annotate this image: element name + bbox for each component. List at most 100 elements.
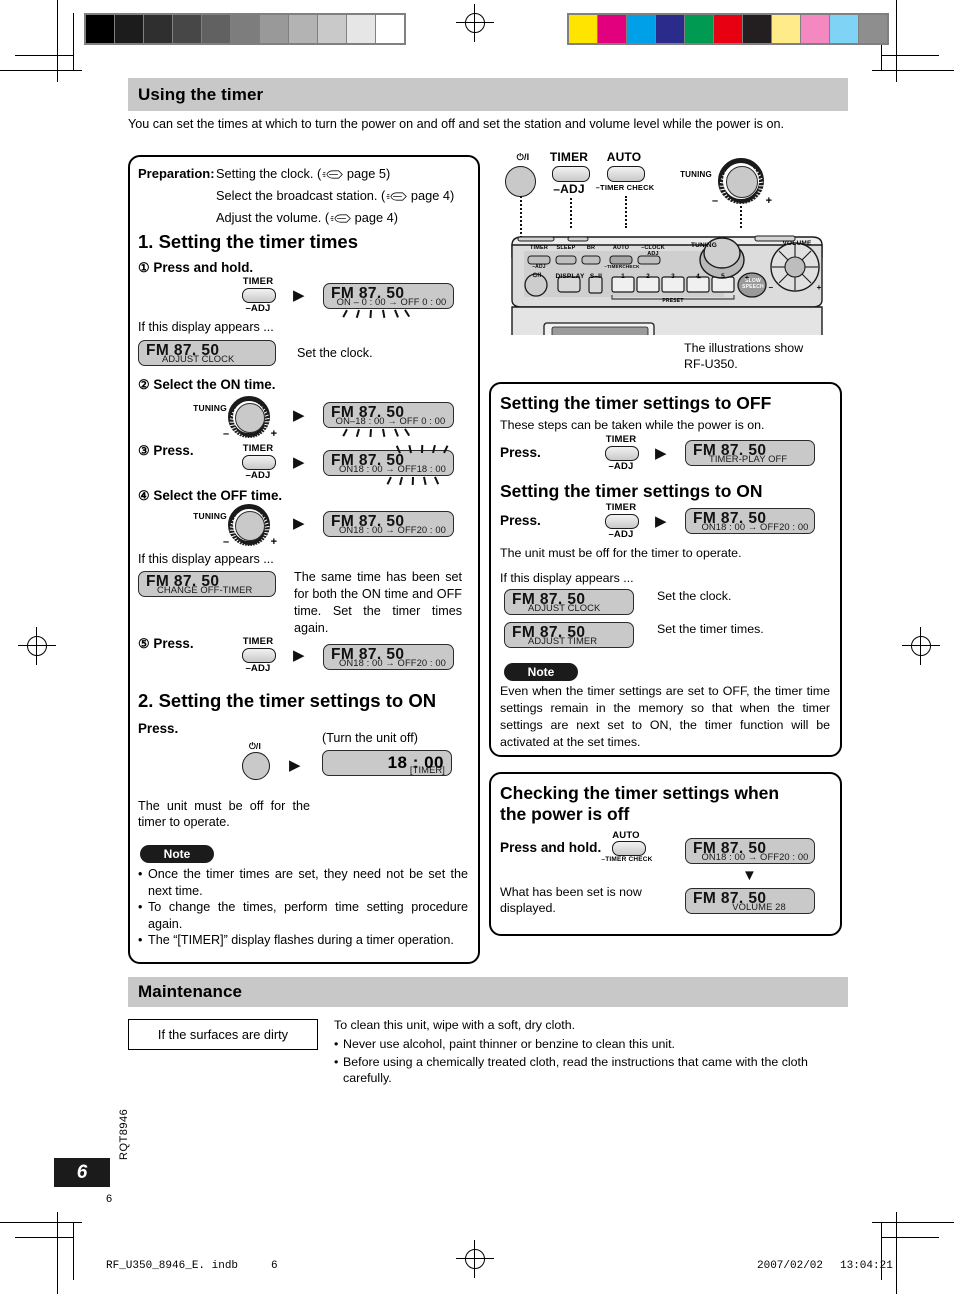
knob-ridge [229,529,235,531]
panel-label-sii: S–II [589,273,603,280]
lcd-subtext: ADJUST CLOCK [162,353,235,364]
timer-note-text: Even when the timer settings are set to … [500,684,830,749]
gray-swatch [376,15,404,43]
registration-mark-bottom [456,1240,494,1278]
tuning-knob[interactable]: – + [223,504,277,550]
maintenance-body-lead: To clean this unit, wipe with a soft, dr… [334,1018,576,1032]
lcd-subtext: ON18 : 00 → OFF20 : 00 [339,524,446,535]
knob-ridge [743,202,747,208]
timer-on-heading: Setting the timer settings to ON [500,481,763,501]
timer-off-sub: These steps can be taken while the power… [500,418,765,432]
tuning-knob[interactable]: – + [223,396,277,442]
panel-tuning-plus: + [744,275,750,282]
panel-label-clockadj: –CLOCK ADJ [641,245,665,257]
checking-result: What has been set is now displayed. [500,884,642,916]
bullet-dot-icon: • [138,900,143,914]
timer-button[interactable] [242,455,276,470]
panel-label-auto: AUTO [612,245,630,251]
section-header-using-timer: Using the timer [128,78,848,111]
registration-mark-left [18,627,56,665]
color-swatch [627,15,655,43]
step1-same-time-message: The same time has been set for both the … [294,570,462,635]
tuning-minus-label: – [223,536,230,548]
using-timer-intro: You can set the times at which to turn t… [128,117,784,131]
panel-label-preset-5: 5 [721,273,725,280]
gray-swatch [260,15,288,43]
color-swatch [569,15,597,43]
power-callout-button [505,166,536,197]
tuning-callout-plus: + [765,195,772,207]
timer-button-top-label: TIMER [242,276,274,287]
color-swatch [714,15,742,43]
flow-arrow-icon: ▶ [293,407,305,424]
auto-timer-check-button[interactable] [612,841,646,856]
maintenance-bullet-2-text: Before using a chemically treated cloth,… [343,1055,808,1085]
timer-button[interactable] [242,288,276,303]
color-swatch [656,15,684,43]
maintenance-bullet-1-text: Never use alcohol, paint thinner or benz… [343,1037,675,1051]
lcd-subtext: ON–18 : 00 → OFF 0 : 00 [335,415,446,426]
flow-arrow-icon: ▶ [655,513,667,530]
bullet-dot-icon: • [334,1055,339,1069]
document-code: RQT8946 [118,1108,130,1160]
tuning-callout-minus: – [712,195,719,207]
panel-tuning-minus: – [696,275,702,282]
checking-result-line2: displayed. [500,901,556,915]
power-callout-label: ⏻/I [516,152,530,162]
preparation-line-3: Adjust the volume. ( page 4) [216,210,398,225]
panel-label-preset-3: 3 [671,273,675,280]
gray-swatch [289,15,317,43]
panel-label-tuning: TUNING [690,242,718,249]
timer-adjust-timer-action: Set the timer times. [657,622,764,636]
lcd-subtext: VOLUME 28 [732,901,786,912]
timer-button[interactable] [242,648,276,663]
flow-arrow-icon: ▶ [293,454,305,471]
maintenance-bullet-1: • Never use alcohol, paint thinner or be… [334,1036,844,1052]
knob-ridge [757,177,763,181]
lcd-display-step1-3: FM 87. 50 ON18 : 00 → OFF18 : 00 [323,450,454,476]
knob-ridge [719,181,726,184]
section-title: Using the timer [138,84,264,104]
step2-note-bullet-3-text: The “[TIMER]” display flashes during a t… [148,933,454,947]
timer-button[interactable] [605,514,639,529]
tuning-knob-cap [235,403,265,433]
gray-swatch [173,15,201,43]
panel-label-br: BR [586,245,596,251]
knob-ridge [746,201,750,207]
illustration-caption-line2: RF-U350. [684,356,738,371]
flow-arrow-icon: ▶ [655,445,667,462]
timer-button[interactable] [605,446,639,461]
lcd-display-change-off-timer: FM 87. 50 CHANGE OFF-TIMER [138,571,276,597]
timer-button-top-label: TIMER [242,636,274,647]
color-swatch [830,15,858,43]
flow-arrow-icon: ▶ [293,287,305,304]
timer-button-bottom-label: –ADJ [245,663,271,674]
timer-button-bottom-label: –ADJ [608,529,634,540]
tuning-plus-label: + [270,428,277,440]
knob-ridge [249,545,251,550]
panel-label-volume: VOLUME [782,240,812,247]
panel-label-timer-adj: –ADJ [532,264,546,270]
step2-note-bullet-1-text: Once the timer times are set, they need … [148,867,468,898]
step1-item-3: ③ Press. [138,443,194,458]
preparation-close-3: ) [393,210,399,225]
gray-swatch [115,15,143,43]
lcd-subtext: TIMER-PLAY OFF [709,453,788,464]
panel-label-display: DISPLAY [555,273,585,280]
color-swatch [685,15,713,43]
step2-note-bullet-2-text: To change the times, perform time settin… [148,900,468,931]
footer-date: 2007/02/02 [757,1260,824,1272]
timer-callout-label: TIMER [549,150,589,164]
lcd-subtext: ADJUST CLOCK [528,602,601,613]
tuning-callout-knob: – + [712,158,772,208]
maintenance-topic-box: If the surfaces are dirty [128,1019,318,1050]
power-button[interactable] [242,752,270,780]
preparation-page-3: page 4 [354,210,394,225]
step1-set-the-clock: Set the clock. [297,346,373,360]
lcd-display-adjust-clock: FM 87. 50 ADJUST CLOCK [138,340,276,366]
panel-label-sleep: SLEEP [556,245,576,251]
knob-ridge [719,188,726,191]
gray-swatch [202,15,230,43]
step1-item-1: ① Press and hold. [138,260,253,275]
grayscale-calibration-strip [84,13,406,45]
